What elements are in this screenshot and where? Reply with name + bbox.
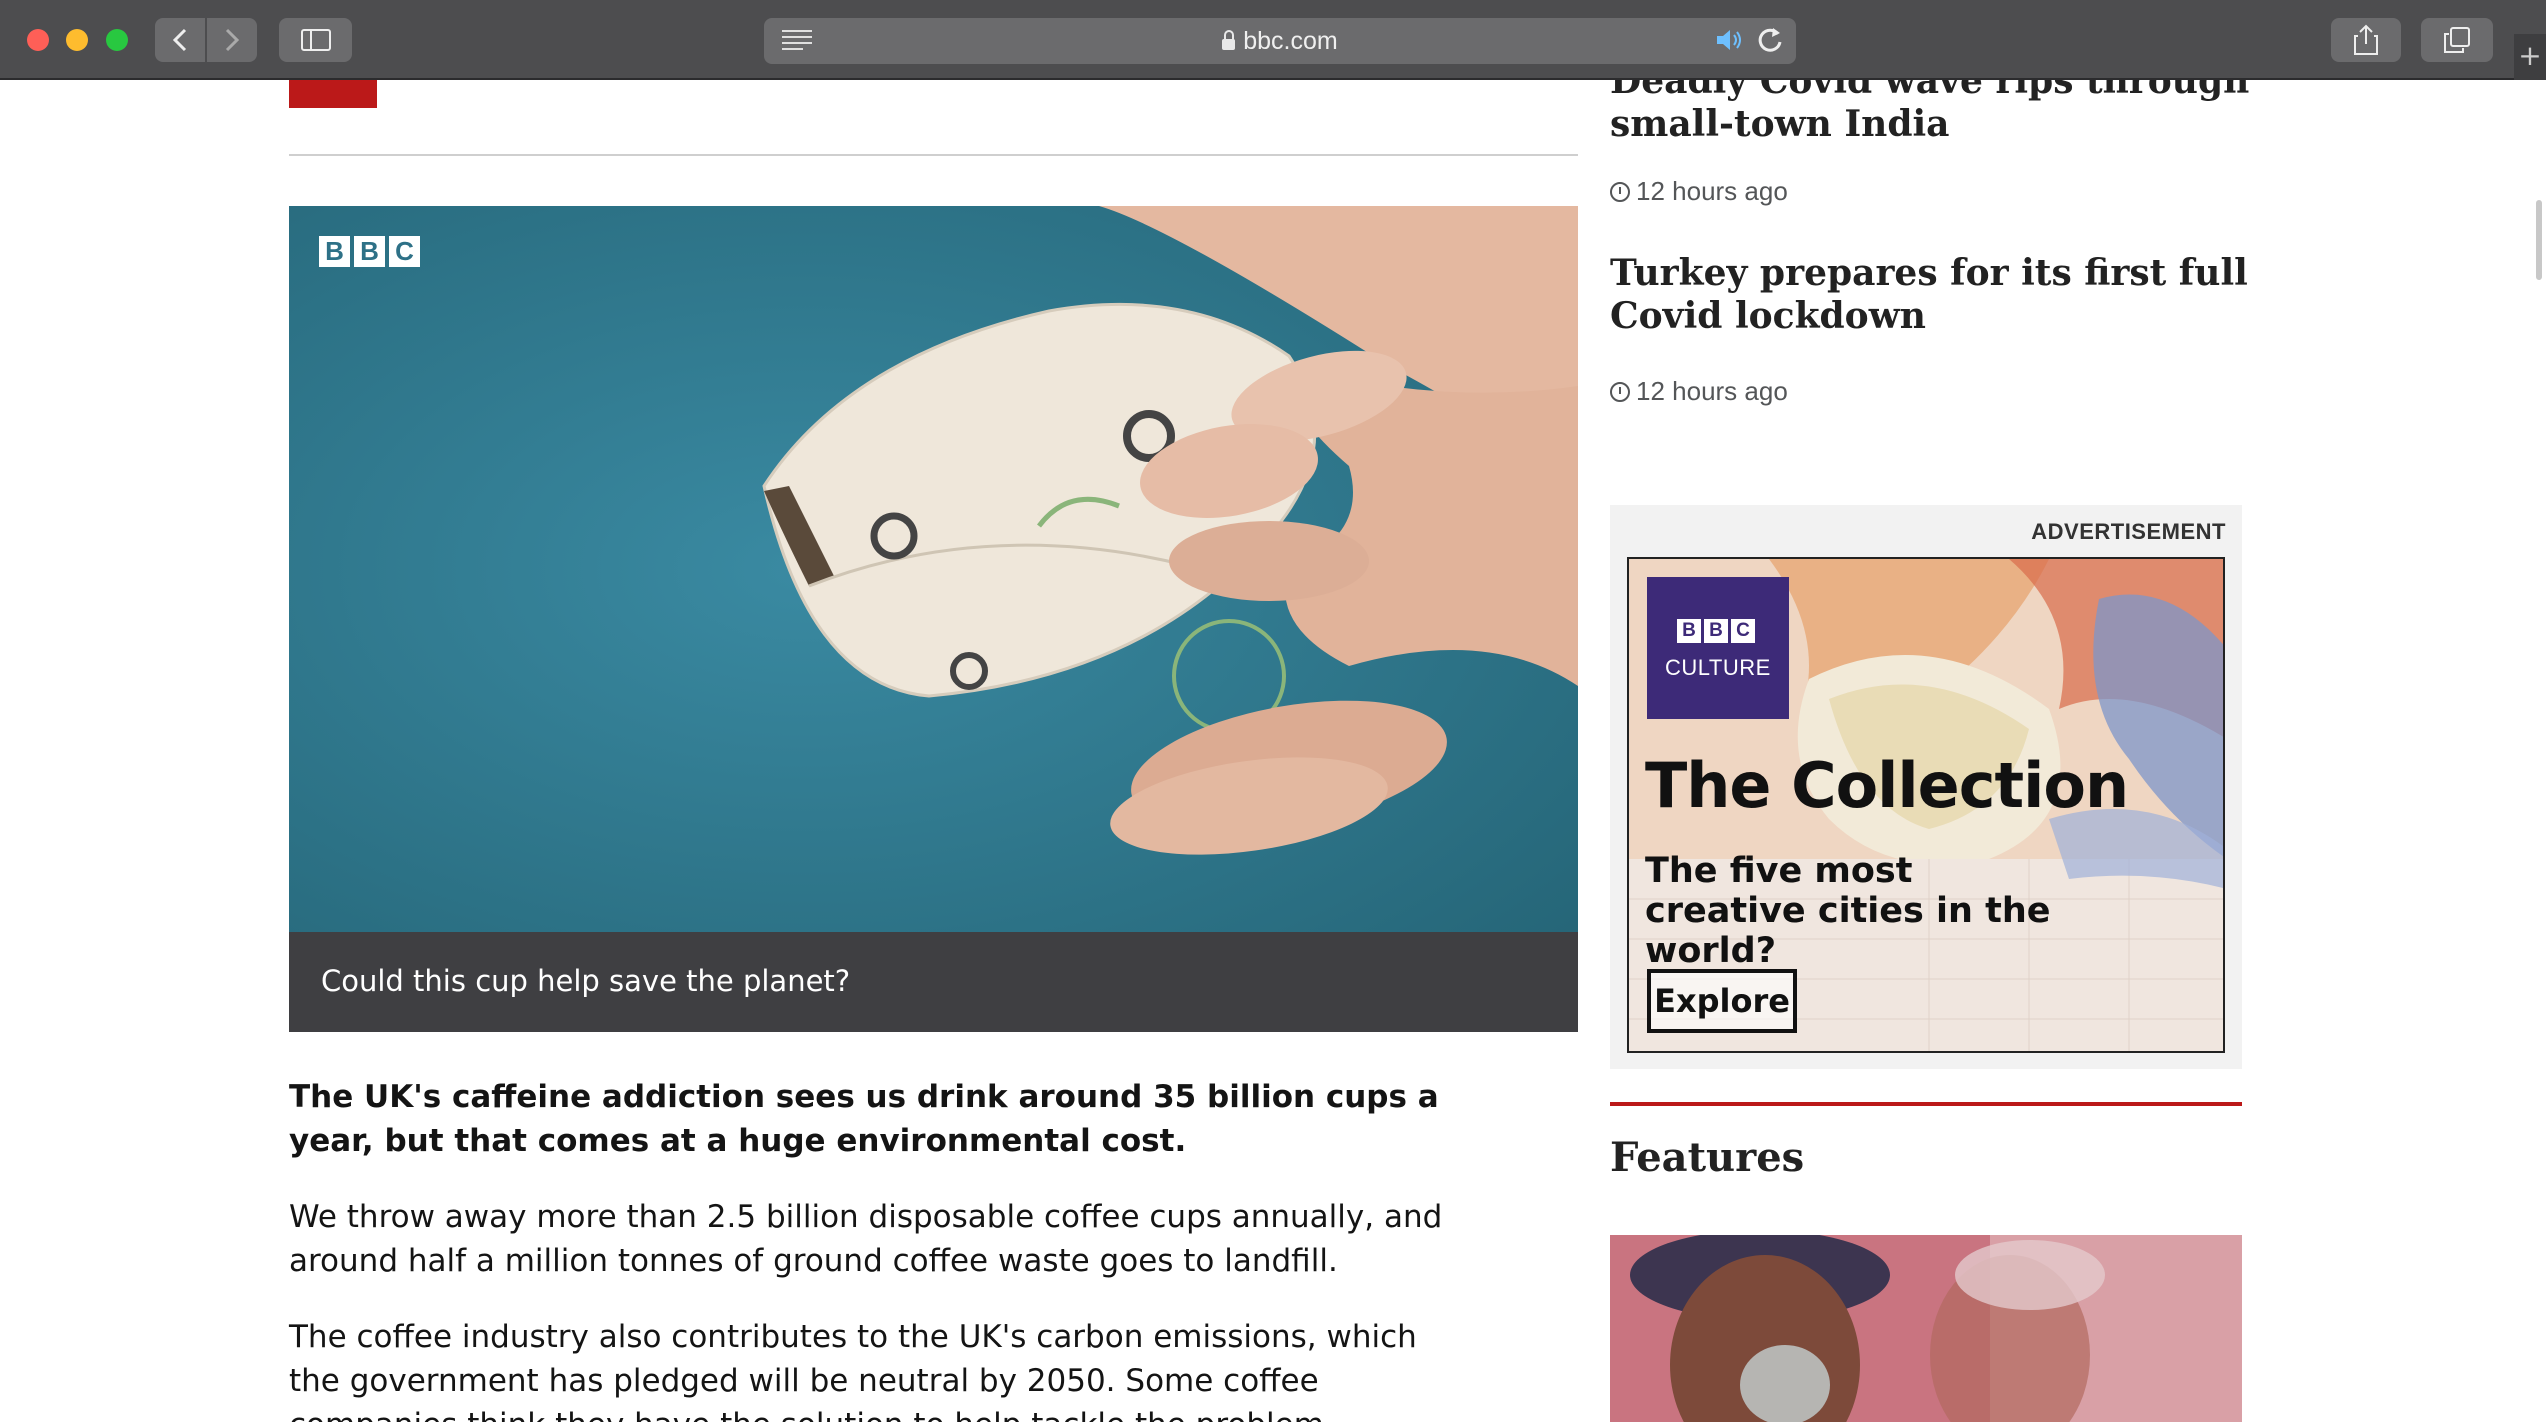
url-text: bbc.com [764, 18, 1796, 64]
speaker-icon[interactable] [1714, 27, 1744, 59]
video-caption: Could this cup help save the planet? [321, 964, 851, 998]
chevron-left-icon [172, 28, 187, 52]
ad-heading: The Collection [1645, 749, 2129, 822]
feature-image[interactable] [1610, 1235, 2242, 1422]
ad-subheading: The five most creative cities in the wor… [1645, 851, 2051, 971]
tab-overview-icon [2444, 27, 2470, 53]
features-divider [1610, 1102, 2242, 1106]
scrollbar-thumb[interactable] [2536, 200, 2542, 280]
address-bar[interactable]: bbc.com [764, 18, 1796, 64]
sidebar-toggle-button[interactable] [279, 18, 352, 62]
url-label: bbc.com [1243, 26, 1338, 55]
video-frame-image [289, 206, 1578, 932]
back-button[interactable] [155, 18, 205, 62]
minimize-window-button[interactable] [66, 29, 88, 51]
zoom-window-button[interactable] [106, 29, 128, 51]
story-link[interactable]: Deadly Covid wave rips through small-tow… [1610, 80, 2250, 146]
bbc-logo: B B C [319, 236, 420, 267]
explore-button[interactable]: Explore [1647, 969, 1797, 1033]
tab-overview-button[interactable] [2421, 18, 2493, 62]
forward-button[interactable] [207, 18, 257, 62]
advertisement-label: ADVERTISEMENT [2031, 519, 2226, 544]
web-page: B B C Could this cup help save the plane… [0, 80, 2546, 1422]
section-marker [289, 80, 377, 108]
advertisement: ADVERTISEMENT B B C CULTURE The Collecti… [1610, 505, 2242, 1069]
article-lead: The UK's caffeine addiction sees us drin… [289, 1079, 1439, 1159]
close-window-button[interactable] [27, 29, 49, 51]
video-caption-bar: Could this cup help save the planet? [289, 932, 1578, 1032]
story-timestamp: 12 hours ago [1610, 376, 1788, 407]
video-player[interactable]: B B C [289, 206, 1578, 932]
ad-banner[interactable]: B B C CULTURE The Collection The five mo… [1627, 557, 2225, 1053]
article-paragraph: We throw away more than 2.5 billion disp… [289, 1199, 1443, 1279]
features-heading: Features [1610, 1134, 1805, 1181]
chevron-right-icon [225, 28, 240, 52]
share-icon [2354, 24, 2378, 55]
bbc-culture-logo: B B C CULTURE [1647, 577, 1789, 719]
sidebar-icon [300, 29, 331, 51]
share-button[interactable] [2331, 18, 2401, 62]
lock-icon [1222, 29, 1236, 50]
clock-icon [1610, 181, 1630, 202]
reload-icon[interactable] [1756, 25, 1784, 62]
story-link[interactable]: Turkey prepares for its first full Covid… [1610, 252, 2250, 338]
divider [289, 154, 1578, 156]
new-tab-button[interactable]: + [2514, 34, 2546, 80]
article-paragraph: The coffee industry also contributes to … [289, 1319, 1417, 1422]
story-timestamp: 12 hours ago [1610, 176, 1788, 207]
clock-icon [1610, 381, 1630, 402]
browser-toolbar: bbc.com + [0, 0, 2546, 80]
